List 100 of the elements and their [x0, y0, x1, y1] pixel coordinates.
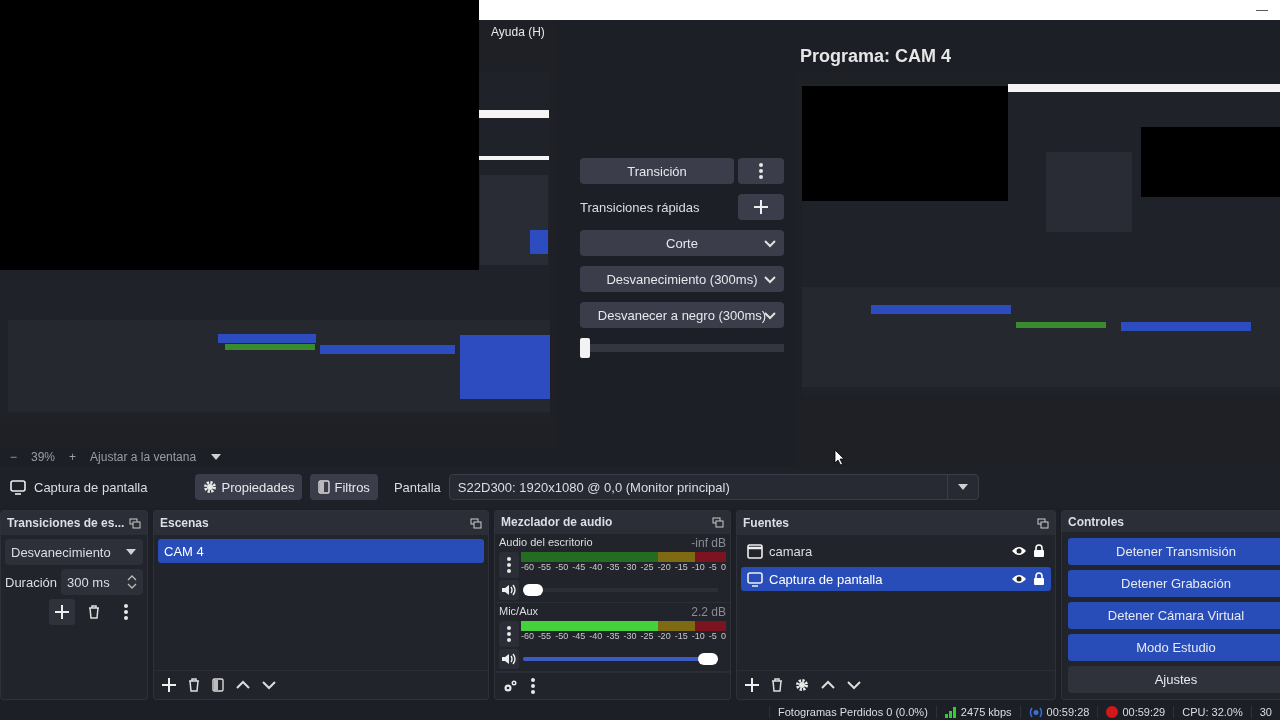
- source-item[interactable]: camara: [741, 539, 1051, 563]
- filters-button[interactable]: Filtros: [310, 474, 378, 500]
- slider-thumb[interactable]: [580, 338, 590, 358]
- caret-icon[interactable]: [210, 452, 223, 462]
- meter-scale-label: -50: [555, 630, 569, 641]
- bitrate: 2475 kbps: [960, 706, 1012, 718]
- minimize-button[interactable]: —: [1256, 3, 1280, 17]
- control-button[interactable]: Detener Cámara Virtual: [1068, 602, 1280, 629]
- display-label: Pantalla: [393, 479, 441, 495]
- source-name: Captura de pantalla: [34, 479, 148, 495]
- more-icon: [506, 556, 512, 573]
- gears-icon[interactable]: [503, 679, 518, 693]
- chevron-icon: [764, 311, 776, 320]
- meter-scale-label: -10: [691, 630, 705, 641]
- meter-scale-label: -25: [640, 630, 654, 641]
- window-icon: [747, 543, 763, 559]
- add-button[interactable]: [49, 599, 75, 625]
- source-label: camara: [769, 543, 814, 559]
- dock-title: Fuentes: [743, 516, 789, 530]
- mute-button[interactable]: [499, 579, 519, 600]
- scale-mode-label[interactable]: Ajustar a la ventana: [90, 450, 197, 464]
- zoom-level: 39%: [31, 450, 56, 464]
- dock-title: Escenas: [160, 516, 209, 530]
- filter-icon[interactable]: [212, 678, 224, 692]
- gear-icon[interactable]: [795, 678, 809, 692]
- monitor-icon: [747, 571, 763, 587]
- float-icon[interactable]: [129, 517, 141, 529]
- more-icon[interactable]: [530, 677, 536, 694]
- dropped-frames: Fotogramas Perdidos 0 (0.0%): [778, 706, 928, 718]
- eye-icon[interactable]: [1011, 545, 1027, 557]
- control-button[interactable]: Detener Transmisión: [1068, 538, 1280, 565]
- trash-icon: [88, 605, 100, 619]
- slider-thumb[interactable]: [698, 652, 718, 665]
- more-icon: [506, 625, 512, 642]
- zoom-out-button[interactable]: −: [10, 450, 17, 464]
- broadcast-icon: [1028, 706, 1043, 718]
- control-button[interactable]: Ajustes: [1068, 666, 1280, 693]
- scene-item[interactable]: CAM 4: [158, 539, 484, 563]
- float-icon[interactable]: [1037, 517, 1049, 529]
- meter-scale-label: -45: [572, 630, 586, 641]
- meter-scale-label: -30: [623, 630, 637, 641]
- meter-scale-label: -35: [606, 561, 620, 572]
- meter-scale-label: -40: [589, 630, 603, 641]
- plus-icon: [754, 200, 768, 214]
- duration-label: Duración: [5, 574, 58, 590]
- down-icon[interactable]: [847, 680, 861, 690]
- quick-transition-button[interactable]: Corte: [580, 230, 784, 256]
- plus-icon[interactable]: [745, 678, 759, 692]
- plus-icon: [55, 605, 69, 619]
- lock-icon[interactable]: [1033, 572, 1045, 586]
- plus-icon[interactable]: [162, 678, 176, 692]
- down-icon[interactable]: [262, 680, 276, 690]
- spinner-icon[interactable]: [127, 574, 137, 590]
- program-title: Programa: CAM 4: [800, 46, 952, 67]
- mute-button[interactable]: [499, 648, 519, 669]
- float-icon[interactable]: [470, 517, 482, 529]
- source-label: Captura de pantalla: [769, 571, 884, 587]
- speaker-icon: [501, 582, 517, 597]
- meter-scale-label: -50: [555, 561, 569, 572]
- meter-scale-label: -10: [691, 561, 705, 572]
- quick-transition-button[interactable]: Desvanecimiento (300ms): [580, 266, 784, 292]
- trash-icon[interactable]: [771, 678, 783, 692]
- fps-reading: 30: [1259, 706, 1272, 718]
- meter-scale-label: -40: [589, 561, 603, 572]
- transition-dropdown[interactable]: Desvanecimiento: [5, 539, 143, 565]
- properties-button[interactable]: Propiedades: [195, 474, 303, 500]
- zoom-in-button[interactable]: +: [69, 450, 77, 464]
- up-icon[interactable]: [236, 680, 250, 690]
- float-icon[interactable]: [712, 516, 724, 528]
- meter-scale-label: -5: [708, 630, 717, 641]
- cursor-icon: [834, 449, 846, 466]
- more-button[interactable]: [738, 158, 784, 184]
- source-item[interactable]: Captura de pantalla: [741, 567, 1051, 591]
- meter-scale-label: -55: [538, 561, 552, 572]
- control-button[interactable]: Modo Estudio: [1068, 634, 1280, 661]
- quick-transition-button[interactable]: Desvanecer a negro (300ms): [580, 302, 784, 328]
- meter-scale-label: -35: [606, 630, 620, 641]
- channel-name: Mic/Aux: [499, 604, 539, 619]
- meter-scale-label: -45: [572, 561, 586, 572]
- up-icon[interactable]: [821, 680, 835, 690]
- lock-icon[interactable]: [1033, 544, 1045, 558]
- chevron-icon: [764, 275, 776, 284]
- chevron-icon: [764, 239, 776, 248]
- transition-button[interactable]: Transición: [580, 158, 734, 184]
- menu-item[interactable]: Ayuda (H): [491, 25, 545, 39]
- record-time: 00:59:29: [1122, 706, 1166, 718]
- meter-scale-label: -60: [521, 561, 534, 572]
- display-dropdown[interactable]: S22D300: 1920x1080 @ 0,0 (Monitor principal): [448, 474, 979, 500]
- eye-icon[interactable]: [1011, 573, 1027, 585]
- meter-scale-label: -20: [657, 630, 671, 641]
- quick-transitions-label: Transiciones rápidas: [580, 199, 701, 215]
- caret-icon: [956, 482, 969, 492]
- slider-thumb[interactable]: [523, 583, 543, 596]
- trash-icon[interactable]: [188, 678, 200, 692]
- meter-scale-label: -30: [623, 561, 637, 572]
- duration-field[interactable]: 300 ms: [61, 569, 143, 595]
- control-button[interactable]: Detener Grabación: [1068, 570, 1280, 597]
- meter-scale-label: -60: [521, 630, 534, 641]
- meter-scale-label: 0: [720, 561, 726, 572]
- add-button[interactable]: [738, 194, 784, 220]
